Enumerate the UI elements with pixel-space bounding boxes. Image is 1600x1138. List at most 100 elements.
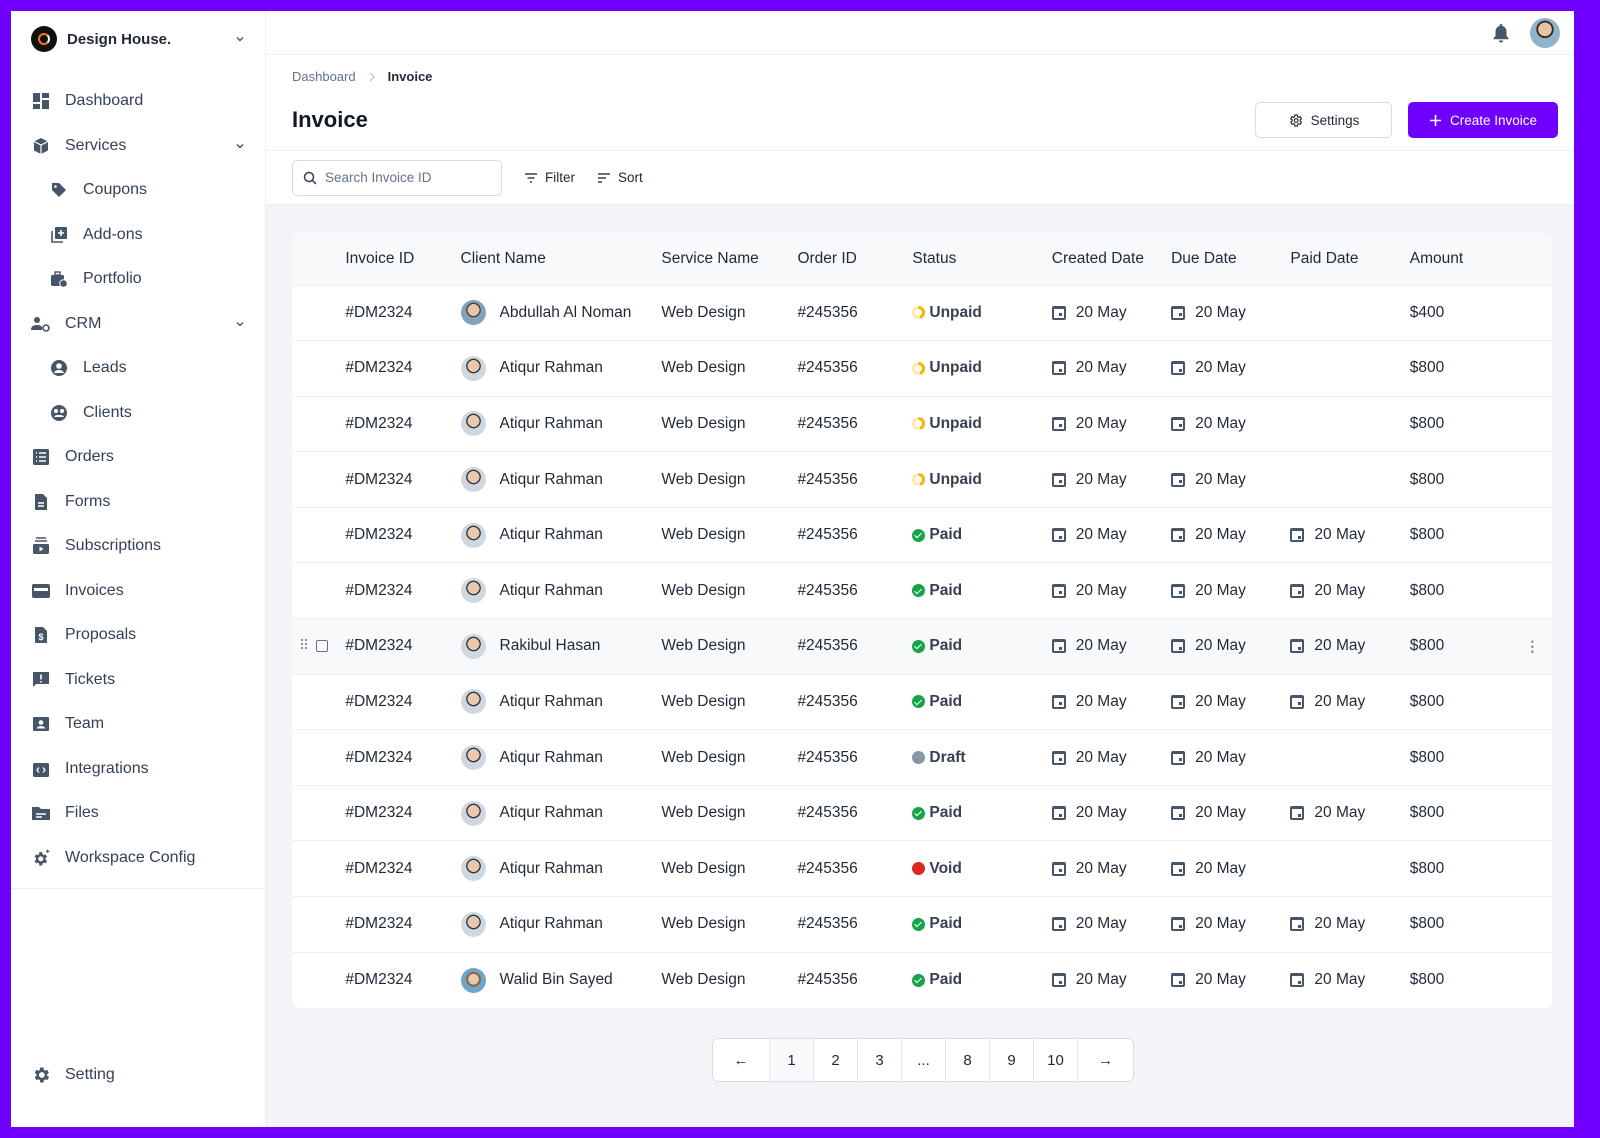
sidebar-item-coupons[interactable]: Coupons bbox=[11, 168, 265, 213]
table-row[interactable]: #DM2324 Atiqur Rahman Web Design #245356 Pai… bbox=[292, 507, 1552, 563]
workspace-switcher[interactable]: Design House. bbox=[11, 11, 265, 67]
chevron-down-icon[interactable] bbox=[235, 141, 245, 151]
sidebar-item-setting[interactable]: Setting bbox=[11, 1053, 265, 1098]
created-date: 20 May bbox=[1051, 749, 1171, 767]
sort-button[interactable]: Sort bbox=[597, 170, 643, 185]
table-row[interactable]: #DM2324 Atiqur Rahman Web Design #245356 Voi… bbox=[292, 840, 1552, 897]
status-unpaid-icon bbox=[912, 306, 926, 320]
page-button-9[interactable]: 9 bbox=[989, 1039, 1033, 1081]
invoice-id[interactable]: #DM2324 bbox=[345, 785, 460, 841]
col-service-name[interactable]: Service Name bbox=[661, 233, 797, 285]
created-date: 20 May bbox=[1051, 359, 1171, 377]
table-row[interactable]: #DM2324 Atiqur Rahman Web Design #245356 Pai… bbox=[292, 785, 1552, 841]
paid-date-cell bbox=[1290, 396, 1409, 452]
client: Atiqur Rahman bbox=[460, 467, 662, 493]
gear-sparkle-icon bbox=[31, 848, 51, 868]
col-paid-date[interactable]: Paid Date bbox=[1290, 233, 1409, 285]
invoice-id[interactable]: #DM2324 bbox=[345, 341, 460, 397]
col-handle bbox=[292, 233, 345, 285]
sidebar-item-leads[interactable]: Leads bbox=[11, 346, 265, 391]
status-badge: Paid bbox=[912, 693, 1051, 711]
sidebar-item-invoices[interactable]: Invoices bbox=[11, 569, 265, 614]
prev-page-button[interactable]: ← bbox=[713, 1039, 769, 1081]
sidebar-item-subscriptions[interactable]: Subscriptions bbox=[11, 524, 265, 569]
created-date: 20 May bbox=[1051, 526, 1171, 544]
table-row[interactable]: #DM2324 Atiqur Rahman Web Design #245356 Pai… bbox=[292, 896, 1552, 953]
settings-button[interactable]: Settings bbox=[1255, 102, 1392, 138]
sidebar-item-orders[interactable]: Orders bbox=[11, 435, 265, 480]
table-row[interactable]: #DM2324 Atiqur Rahman Web Design #245356 Unp… bbox=[292, 451, 1552, 508]
created-date: 20 May bbox=[1051, 693, 1171, 711]
brand-name: Design House. bbox=[67, 30, 172, 48]
client-cell: Atiqur Rahman bbox=[460, 897, 662, 953]
col-invoice-id[interactable]: Invoice ID bbox=[345, 233, 460, 285]
sidebar-item-proposals[interactable]: $ Proposals bbox=[11, 613, 265, 658]
col-order-id[interactable]: Order ID bbox=[797, 233, 912, 285]
page-button-1[interactable]: 1 bbox=[769, 1039, 813, 1081]
col-client-name[interactable]: Client Name bbox=[461, 233, 662, 285]
sidebar-item-integrations[interactable]: Integrations bbox=[11, 747, 265, 792]
page-button-3[interactable]: 3 bbox=[857, 1039, 901, 1081]
invoice-id[interactable]: #DM2324 bbox=[345, 897, 460, 953]
invoice-id[interactable]: #DM2324 bbox=[345, 674, 460, 730]
col-status[interactable]: Status bbox=[912, 233, 1051, 285]
sidebar-item-forms[interactable]: Forms bbox=[11, 480, 265, 525]
table-row[interactable]: #DM2324 Atiqur Rahman Web Design #245356 Unp… bbox=[292, 396, 1552, 452]
sidebar-item-portfolio[interactable]: Portfolio bbox=[11, 257, 265, 302]
paid-date: 20 May bbox=[1290, 693, 1409, 711]
invoice-id[interactable]: #DM2324 bbox=[345, 563, 460, 619]
client-name: Rakibul Hasan bbox=[499, 637, 601, 655]
paid-date: 20 May bbox=[1290, 637, 1409, 655]
table-row[interactable]: #DM2324 Atiqur Rahman Web Design #245356 Pai… bbox=[292, 562, 1552, 619]
chevron-right-icon bbox=[369, 72, 375, 81]
next-page-button[interactable]: → bbox=[1077, 1039, 1133, 1081]
sidebar-item-add-ons[interactable]: Add-ons bbox=[11, 213, 265, 258]
invoice-id[interactable]: #DM2324 bbox=[345, 841, 460, 897]
calendar-icon bbox=[1171, 416, 1186, 431]
table-row[interactable]: #DM2324 Atiqur Rahman Web Design #245356 Dra… bbox=[292, 729, 1552, 786]
drag-handle-icon[interactable] bbox=[300, 637, 308, 655]
create-invoice-button[interactable]: Create Invoice bbox=[1408, 102, 1558, 138]
calendar-icon bbox=[1171, 472, 1186, 487]
col-amount[interactable]: Amount bbox=[1410, 233, 1513, 285]
status-label: Paid bbox=[929, 971, 963, 989]
sidebar-item-team[interactable]: Team bbox=[11, 702, 265, 747]
user-avatar[interactable] bbox=[1530, 17, 1560, 48]
invoice-id[interactable]: #DM2324 bbox=[345, 730, 460, 786]
sidebar-item-services[interactable]: Services bbox=[11, 124, 265, 169]
status-badge: Unpaid bbox=[912, 304, 1051, 322]
more-vertical-icon[interactable]: ⋮ bbox=[1525, 638, 1539, 654]
search-input[interactable] bbox=[325, 170, 495, 185]
invoice-id[interactable]: #DM2324 bbox=[345, 507, 460, 563]
sidebar-item-files[interactable]: Files bbox=[11, 791, 265, 836]
sidebar-item-dashboard[interactable]: Dashboard bbox=[11, 79, 265, 124]
row-checkbox[interactable] bbox=[316, 640, 328, 653]
col-due-date[interactable]: Due Date bbox=[1171, 233, 1290, 285]
table-row[interactable]: #DM2324 Rakibul Hasan Web Design #245356 Pai… bbox=[292, 618, 1552, 675]
sidebar-item-clients[interactable]: Clients bbox=[11, 391, 265, 436]
table-row[interactable]: #DM2324 Atiqur Rahman Web Design #245356 Unp… bbox=[292, 340, 1552, 397]
table-row[interactable]: #DM2324 Abdullah Al Noman Web Design #24535… bbox=[292, 285, 1552, 341]
sidebar-item-crm[interactable]: CRM bbox=[11, 302, 265, 347]
invoice-id[interactable]: #DM2324 bbox=[345, 452, 460, 508]
page-button-10[interactable]: 10 bbox=[1033, 1039, 1077, 1081]
table-row[interactable]: #DM2324 Walid Bin Sayed Web Design #245356 P… bbox=[292, 952, 1552, 1008]
invoice-id[interactable]: #DM2324 bbox=[345, 285, 460, 341]
sidebar-item-tickets[interactable]: Tickets bbox=[11, 658, 265, 703]
created-date-value: 20 May bbox=[1075, 359, 1127, 377]
invoice-id[interactable]: #DM2324 bbox=[345, 396, 460, 452]
col-created-date[interactable]: Created Date bbox=[1052, 233, 1171, 285]
filter-button[interactable]: Filter bbox=[524, 170, 575, 185]
due-date-value: 20 May bbox=[1195, 581, 1246, 599]
created-date-cell: 20 May bbox=[1051, 341, 1171, 397]
breadcrumb-dashboard[interactable]: Dashboard bbox=[292, 69, 356, 84]
status-cell: Paid bbox=[912, 897, 1051, 953]
sidebar-item-workspace-config[interactable]: Workspace Config bbox=[11, 836, 265, 881]
invoice-id[interactable]: #DM2324 bbox=[345, 952, 460, 1008]
page-button-2[interactable]: 2 bbox=[813, 1039, 857, 1081]
table-row[interactable]: #DM2324 Atiqur Rahman Web Design #245356 Pai… bbox=[292, 674, 1552, 730]
bell-icon[interactable] bbox=[1492, 23, 1510, 43]
invoice-id[interactable]: #DM2324 bbox=[345, 619, 460, 675]
chevron-down-icon[interactable] bbox=[235, 319, 245, 329]
page-button-8[interactable]: 8 bbox=[945, 1039, 989, 1081]
